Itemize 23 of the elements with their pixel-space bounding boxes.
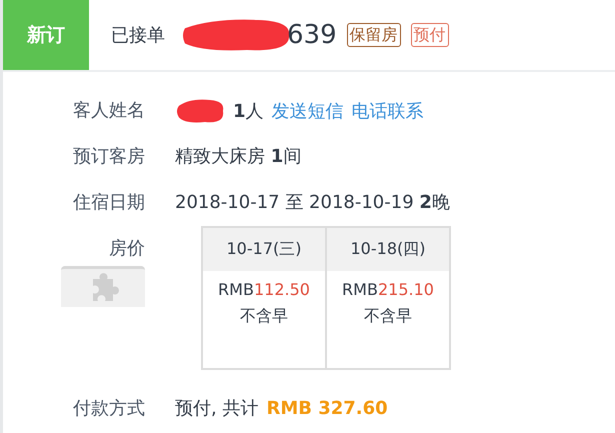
field-value: 精致大床房 1间 bbox=[175, 145, 302, 168]
field-label: 预订客房 bbox=[73, 145, 145, 168]
contact-link[interactable]: 电话联系 bbox=[352, 99, 424, 123]
payment-method: 预付, 共计 bbox=[175, 397, 258, 420]
contact-link[interactable]: 发送短信 bbox=[272, 99, 344, 123]
date-header: 10-18(四) bbox=[327, 228, 449, 271]
field-label: 住宿日期 bbox=[73, 191, 145, 214]
order-status: 已接单 bbox=[111, 24, 165, 47]
field-label: 房价 bbox=[109, 237, 145, 260]
order-tag: 保留房 bbox=[346, 23, 401, 47]
total-amount: RMB 327.60 bbox=[266, 398, 388, 418]
order-tag: 预付 bbox=[410, 23, 449, 47]
date-header: 10-17(三) bbox=[203, 228, 325, 271]
price-cell-text: RMB112.50 不含早 bbox=[217, 279, 311, 327]
price-cell-text: RMB215.10 不含早 bbox=[341, 279, 435, 327]
guest-count: 1人 bbox=[233, 100, 264, 123]
new-order-badge: 新订 bbox=[3, 0, 89, 70]
field-label: 客人姓名 bbox=[73, 99, 145, 122]
order-number: 639 bbox=[287, 20, 337, 50]
field-label: 付款方式 bbox=[73, 397, 145, 420]
field-value: 2018-10-17 至 2018-10-19 2晚 bbox=[175, 191, 450, 214]
missing-plugin-icon bbox=[61, 266, 145, 307]
redaction-mark bbox=[175, 98, 225, 124]
